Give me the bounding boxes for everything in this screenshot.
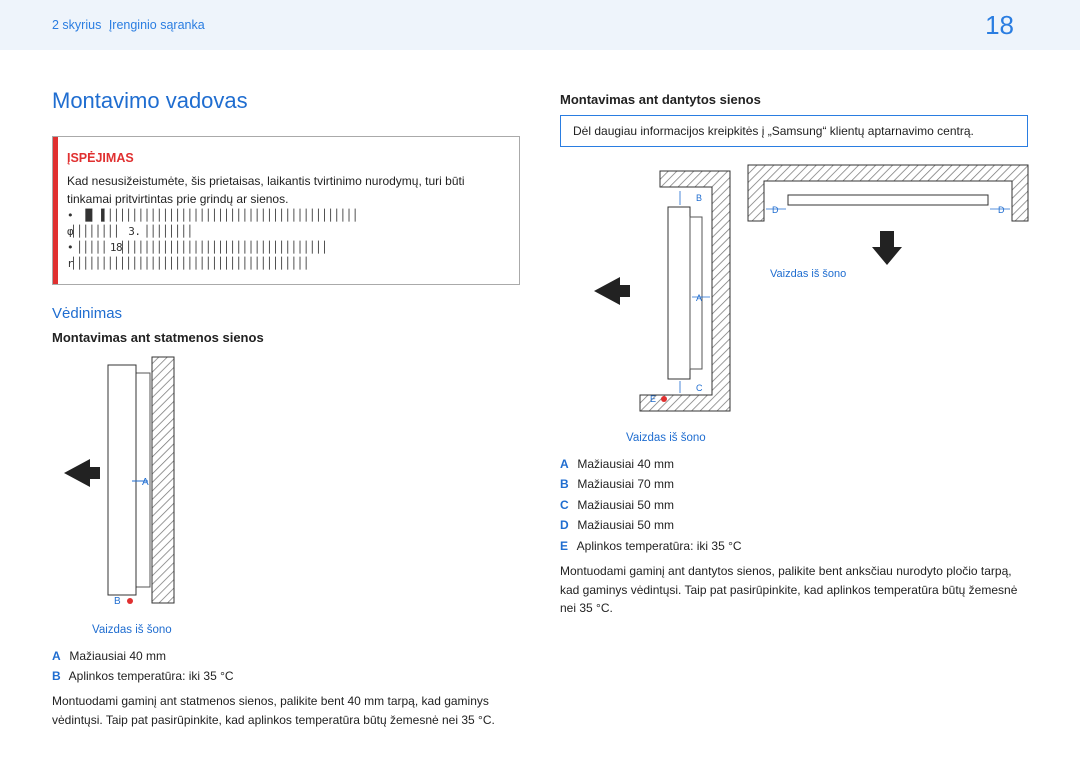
paragraph-right: Montuodami gaminį ant dantytos sienos, p… [560, 562, 1028, 618]
breadcrumb-section: Įrenginio sąranka [109, 18, 205, 32]
figure-caption-side: Vaizdas iš šono [626, 432, 1028, 444]
svg-text:E: E [650, 394, 656, 404]
svg-text:C: C [696, 383, 703, 393]
warning-box: ĮSPĖJIMAS Kad nesusižeistumėte, šis prie… [52, 136, 520, 285]
svg-text:D: D [998, 205, 1005, 215]
spec-value: Mažiausiai 40 mm [69, 649, 166, 663]
info-box: Dėl daugiau informacijos kreipkitės į „S… [560, 115, 1028, 147]
spec-label: B [52, 666, 66, 686]
spec-label: A [52, 646, 66, 666]
spec-label: C [560, 495, 574, 515]
spec-value: Aplinkos temperatūra: iki 35 °C [69, 669, 234, 683]
spec-label: E [560, 536, 574, 556]
svg-text:B: B [696, 193, 702, 203]
warning-garbled-4: r▏▏▏▏▏▏▏▏▏▏▏▏▏▏▏▏▏▏▏▏▏▏▏▏▏▏▏▏▏▏▏▏▏▏▏▏▏▏▏ [67, 256, 505, 272]
indented-wall-heading: Montavimas ant dantytos sienos [560, 92, 1028, 107]
paragraph-left: Montuodami gaminį ant statmenos sienos, … [52, 692, 520, 729]
warning-garbled-3: • ▏▏▏▏▏18▏▏▏▏▏▏▏▏▏▏▏▏▏▏▏▏▏▏▏▏▏▏▏▏▏▏▏▏▏▏▏… [67, 240, 505, 256]
spec-row: E Aplinkos temperatūra: iki 35 °C [560, 536, 1028, 556]
spec-value: Mažiausiai 40 mm [577, 457, 674, 471]
diagram-label-a: A [142, 477, 149, 488]
diagram-indented: D D Vaizdas iš šono B [560, 161, 1040, 421]
page-header: 2 skyrius Įrenginio sąranka 18 [0, 0, 1080, 50]
warning-label: ĮSPĖJIMAS [67, 149, 505, 168]
breadcrumb-chapter: 2 skyrius [52, 18, 101, 32]
breadcrumb: 2 skyrius Įrenginio sąranka [52, 18, 205, 32]
spec-row: A Mažiausiai 40 mm [560, 454, 1028, 474]
spec-value: Mažiausiai 70 mm [577, 477, 674, 491]
spec-value: Mažiausiai 50 mm [577, 518, 674, 532]
spec-list-right: A Mažiausiai 40 mm B Mažiausiai 70 mm C … [560, 454, 1028, 556]
spec-label: A [560, 454, 574, 474]
figure-caption-left: Vaizdas iš šono [92, 624, 520, 636]
spec-label: B [560, 474, 574, 494]
spec-list-left: A Mažiausiai 40 mm B Aplinkos temperatūr… [52, 646, 520, 687]
spec-row: D Mažiausiai 50 mm [560, 515, 1028, 535]
diagram-perpendicular: A B [52, 353, 212, 613]
warning-garbled-1: • █▏▐▏▏▏▏▏▏▏▏▏▏▏▏▏▏▏▏▏▏▏▏▏▏▏▏▏▏▏▏▏▏▏▏▏▏▏… [67, 208, 505, 224]
svg-text:A: A [696, 293, 702, 303]
page-title: Montavimo vadovas [52, 88, 520, 114]
spec-label: D [560, 515, 574, 535]
left-column: Montavimo vadovas ĮSPĖJIMAS Kad nesusiže… [52, 88, 520, 729]
svg-text:D: D [772, 205, 779, 215]
diagram-label-b: B [114, 596, 121, 607]
perpendicular-heading: Montavimas ant statmenos sienos [52, 330, 520, 345]
diagram-caption-top: Vaizdas iš šono [770, 268, 846, 280]
ventilation-heading: Vėdinimas [52, 305, 520, 322]
spec-row: C Mažiausiai 50 mm [560, 495, 1028, 515]
spec-row: B Aplinkos temperatūra: iki 35 °C [52, 666, 520, 686]
spec-value: Mažiausiai 50 mm [577, 498, 674, 512]
spec-row: B Mažiausiai 70 mm [560, 474, 1028, 494]
spec-row: A Mažiausiai 40 mm [52, 646, 520, 666]
spec-value: Aplinkos temperatūra: iki 35 °C [577, 539, 742, 553]
warning-garbled-2: φ▏▏▏▏▏▏▏▏ 3. ▏▏▏▏▏▏▏▏ [67, 224, 505, 240]
figure-perpendicular: A B Vaizdas iš šono [52, 353, 520, 636]
figure-indented: D D Vaizdas iš šono B [560, 161, 1028, 444]
page-number: 18 [985, 10, 1014, 41]
warning-text-1: Kad nesusižeistumėte, šis prietaisas, la… [67, 172, 505, 208]
right-column: Montavimas ant dantytos sienos Dėl daugi… [560, 88, 1028, 729]
